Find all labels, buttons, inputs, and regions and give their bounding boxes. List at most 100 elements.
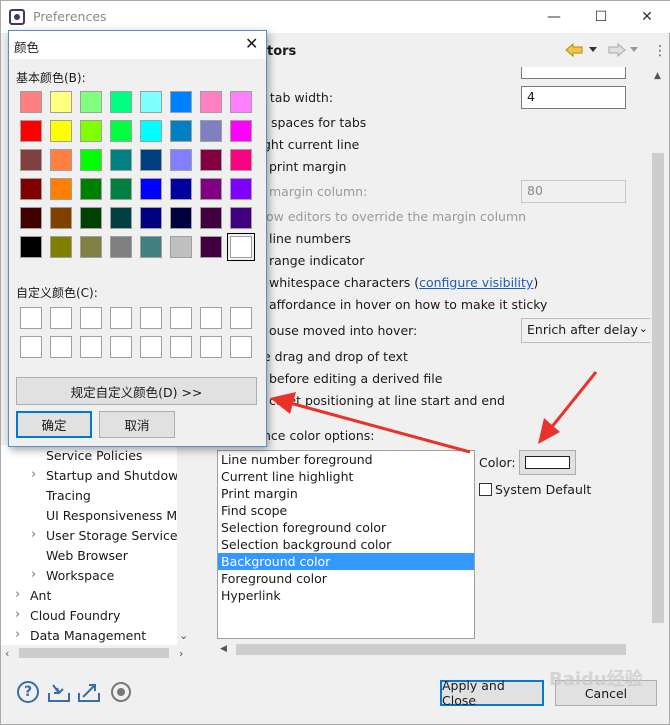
list-item[interactable]: Print margin bbox=[218, 485, 474, 502]
color-swatch[interactable] bbox=[230, 178, 252, 200]
color-swatch[interactable] bbox=[200, 149, 222, 171]
tree-scroll-right-icon[interactable]: › bbox=[179, 647, 183, 660]
list-item[interactable]: Line number foreground bbox=[218, 451, 474, 468]
color-swatch[interactable] bbox=[230, 120, 252, 142]
color-swatch[interactable] bbox=[140, 178, 162, 200]
tree-item[interactable]: › Ant bbox=[15, 587, 51, 603]
chevron-right-icon[interactable]: › bbox=[31, 467, 36, 482]
color-swatch[interactable] bbox=[170, 236, 192, 258]
color-swatch[interactable] bbox=[140, 149, 162, 171]
custom-color-swatch[interactable] bbox=[50, 307, 72, 329]
color-swatch[interactable] bbox=[80, 91, 102, 113]
record-icon[interactable] bbox=[111, 682, 131, 702]
color-swatch[interactable] bbox=[50, 178, 72, 200]
tree-item[interactable]: Service Policies bbox=[31, 448, 142, 463]
tree-item[interactable]: › Startup and Shutdown bbox=[31, 467, 186, 483]
color-swatch[interactable] bbox=[110, 91, 132, 113]
help-icon[interactable]: ? bbox=[17, 681, 39, 703]
tree-item[interactable]: › User Storage Service bbox=[31, 527, 178, 543]
color-swatch[interactable] bbox=[170, 91, 192, 113]
color-swatch[interactable] bbox=[50, 120, 72, 142]
scroll-thumb[interactable] bbox=[652, 153, 664, 623]
custom-color-swatch[interactable] bbox=[20, 336, 42, 358]
color-swatch[interactable] bbox=[50, 149, 72, 171]
color-picker-button[interactable] bbox=[519, 450, 576, 475]
list-item[interactable]: Background color bbox=[218, 553, 474, 570]
minimize-button[interactable]: — bbox=[531, 1, 577, 33]
color-swatch[interactable] bbox=[20, 149, 42, 171]
list-item[interactable]: Hyperlink bbox=[218, 587, 474, 604]
custom-color-swatch[interactable] bbox=[170, 307, 192, 329]
custom-color-swatch[interactable] bbox=[170, 336, 192, 358]
color-swatch[interactable] bbox=[170, 178, 192, 200]
configure-visibility-link[interactable]: configure visibility bbox=[419, 275, 533, 290]
tree-item[interactable]: UI Responsiveness Mc bbox=[31, 508, 184, 523]
color-swatch[interactable] bbox=[80, 120, 102, 142]
color-swatch[interactable] bbox=[170, 207, 192, 229]
color-swatch[interactable] bbox=[140, 207, 162, 229]
color-swatch[interactable] bbox=[170, 120, 192, 142]
scroll-up-icon[interactable]: ▲ bbox=[654, 71, 661, 81]
tree-scrollbar[interactable]: ⌄ bbox=[177, 445, 191, 645]
color-swatch[interactable] bbox=[50, 236, 72, 258]
color-swatch[interactable] bbox=[200, 120, 222, 142]
list-item[interactable]: Selection foreground color bbox=[218, 519, 474, 536]
color-swatch[interactable] bbox=[140, 236, 162, 258]
chevron-right-icon[interactable]: › bbox=[31, 527, 36, 542]
color-swatch[interactable] bbox=[110, 178, 132, 200]
chevron-right-icon[interactable]: › bbox=[15, 607, 20, 622]
back-arrow-icon[interactable] bbox=[564, 41, 586, 59]
hover-combo[interactable]: Enrich after delay ⌄ bbox=[521, 318, 653, 343]
apply-and-close-button[interactable]: Apply and Close bbox=[440, 678, 544, 708]
custom-color-swatch[interactable] bbox=[80, 336, 102, 358]
color-swatch[interactable] bbox=[170, 149, 192, 171]
list-item[interactable]: Find scope bbox=[218, 502, 474, 519]
preferences-tree[interactable]: Service Policies › Startup and Shutdown Tra… bbox=[1, 445, 191, 645]
color-swatch[interactable] bbox=[140, 120, 162, 142]
tree-scroll-left-icon[interactable]: ‹ bbox=[5, 647, 9, 660]
close-button[interactable]: ✕ bbox=[624, 1, 670, 33]
define-custom-colors-button[interactable]: 规定自定义颜色(D) >> bbox=[16, 377, 257, 405]
import-icon[interactable] bbox=[47, 681, 71, 703]
color-swatch[interactable] bbox=[80, 178, 102, 200]
color-swatch[interactable] bbox=[20, 207, 42, 229]
hscroll-thumb[interactable] bbox=[236, 644, 626, 655]
tree-item[interactable]: › Data Management bbox=[15, 627, 146, 643]
color-swatch[interactable] bbox=[140, 91, 162, 113]
appearance-color-list[interactable]: Line number foreground Current line highl… bbox=[217, 450, 475, 639]
color-swatch[interactable] bbox=[200, 236, 222, 258]
view-menu-icon[interactable]: ⋮ bbox=[653, 43, 667, 59]
maximize-button[interactable]: ☐ bbox=[578, 1, 624, 33]
color-dialog-close-icon[interactable]: ✕ bbox=[245, 34, 258, 53]
chevron-right-icon[interactable]: › bbox=[15, 627, 20, 642]
custom-color-swatch[interactable] bbox=[50, 336, 72, 358]
tree-item[interactable]: › Workspace bbox=[31, 567, 114, 583]
custom-color-swatch[interactable] bbox=[230, 336, 252, 358]
custom-color-swatch[interactable] bbox=[200, 307, 222, 329]
color-swatch[interactable] bbox=[110, 236, 132, 258]
chevron-right-icon[interactable]: › bbox=[15, 587, 20, 602]
color-swatch[interactable] bbox=[110, 149, 132, 171]
list-item[interactable]: Current line highlight bbox=[218, 468, 474, 485]
custom-color-swatch[interactable] bbox=[230, 307, 252, 329]
color-swatch[interactable] bbox=[230, 149, 252, 171]
color-swatch[interactable] bbox=[20, 91, 42, 113]
color-swatch[interactable] bbox=[50, 91, 72, 113]
color-swatch[interactable] bbox=[200, 178, 222, 200]
content-scrollbar[interactable]: ▲ bbox=[650, 67, 667, 645]
color-swatch[interactable] bbox=[200, 207, 222, 229]
top-partial-field[interactable] bbox=[521, 67, 626, 79]
color-swatch[interactable] bbox=[80, 207, 102, 229]
color-swatch[interactable] bbox=[20, 120, 42, 142]
export-icon[interactable] bbox=[77, 681, 101, 703]
color-ok-button[interactable]: 确定 bbox=[16, 411, 92, 438]
custom-color-swatch[interactable] bbox=[20, 307, 42, 329]
tree-item[interactable]: Tracing bbox=[31, 488, 91, 503]
color-swatch[interactable] bbox=[227, 233, 255, 261]
content-hscrollbar[interactable]: ◀ bbox=[206, 641, 651, 658]
back-dropdown-icon[interactable] bbox=[589, 47, 597, 52]
tab-width-input[interactable]: 4 bbox=[521, 86, 626, 109]
color-swatch[interactable] bbox=[20, 236, 42, 258]
list-item[interactable]: Foreground color bbox=[218, 570, 474, 587]
custom-color-swatch[interactable] bbox=[80, 307, 102, 329]
